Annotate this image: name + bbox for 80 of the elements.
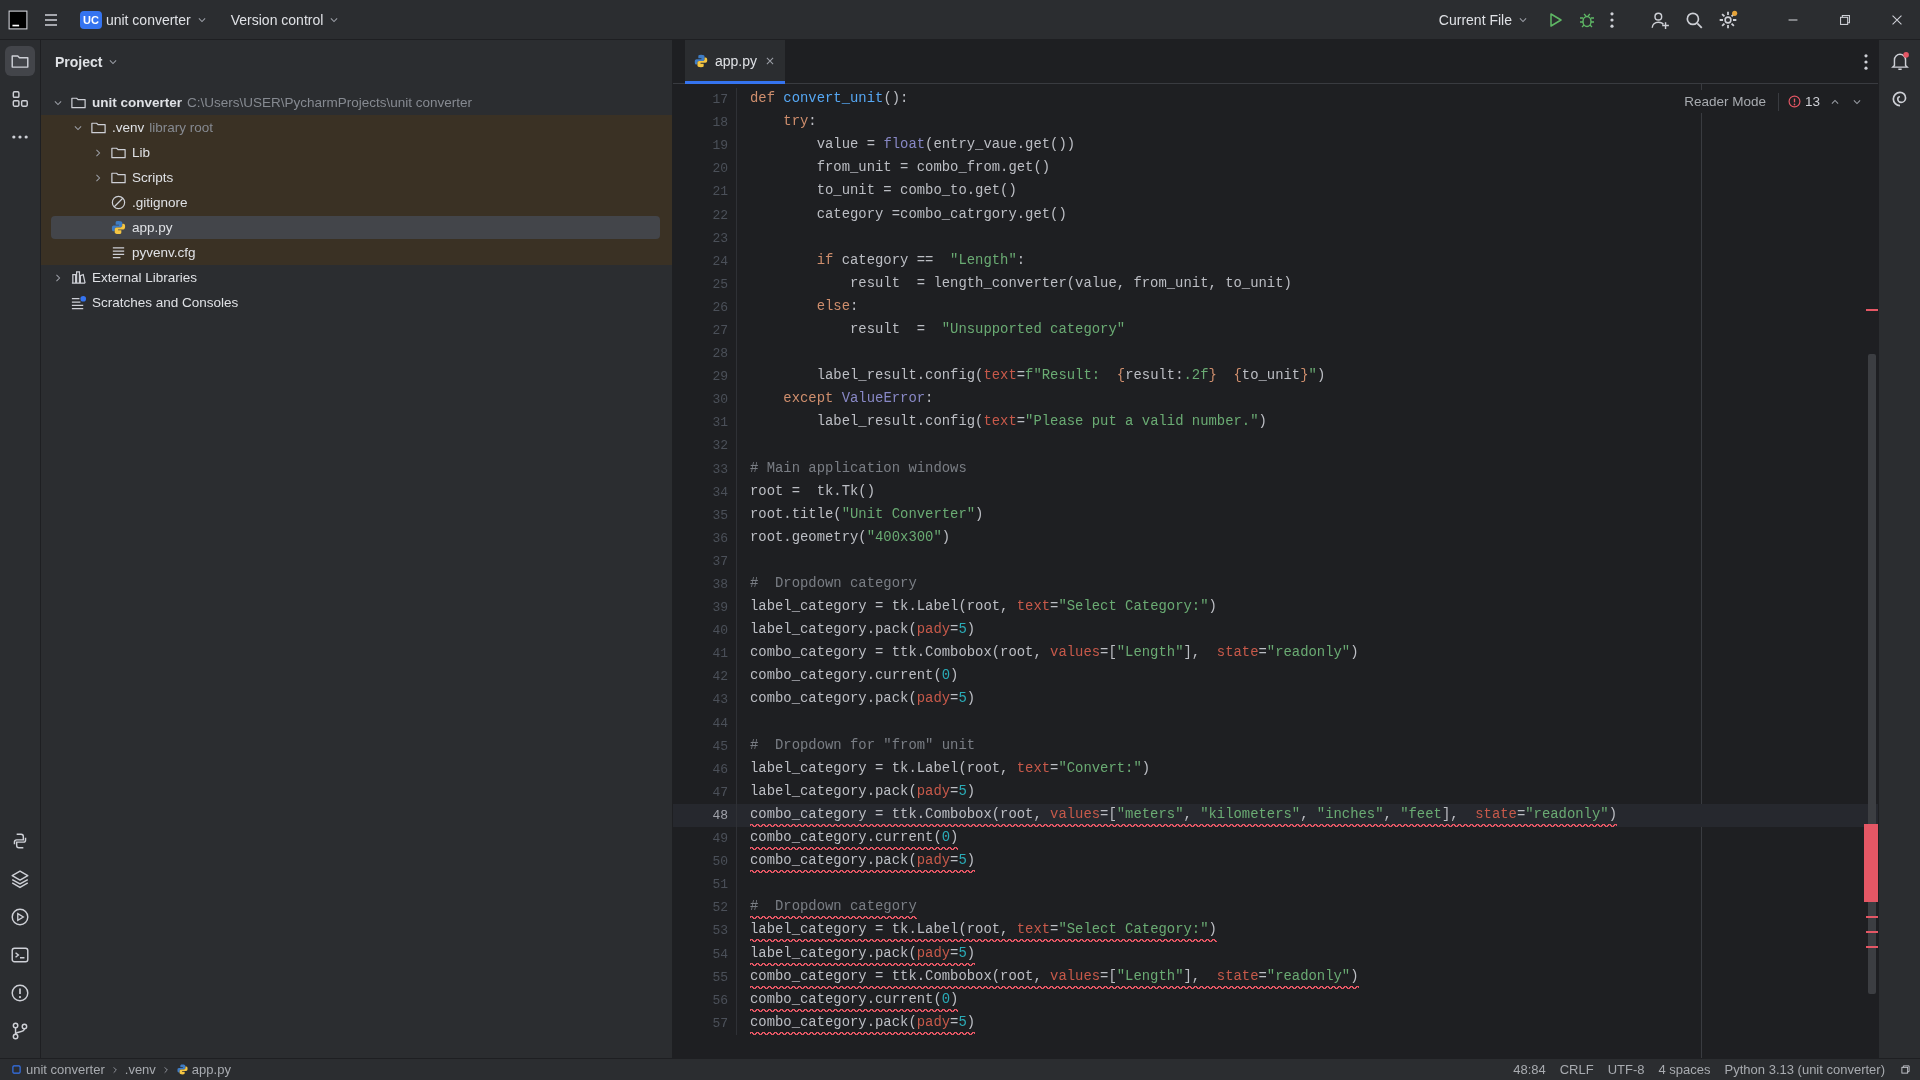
code-line: from_unit = combo_from.get() bbox=[815, 158, 1051, 178]
error-icon bbox=[1786, 94, 1802, 109]
breadcrumb[interactable]: .venv bbox=[124, 1062, 156, 1077]
python-icon bbox=[110, 219, 127, 236]
library-icon bbox=[70, 269, 87, 286]
code-line: label_category = tk.Label(root, text="Select Category:") bbox=[750, 597, 1217, 617]
code-line: to_unit = combo_to.get() bbox=[815, 181, 1017, 201]
editor-tab[interactable]: app.py bbox=[685, 40, 786, 84]
code-line: root.title("Unit Converter") bbox=[750, 504, 984, 524]
app-logo-icon bbox=[8, 9, 28, 30]
code-line: label_category = tk.Label(root, text="Convert:") bbox=[750, 758, 1151, 778]
code-line: # Dropdown category bbox=[750, 574, 917, 593]
code-line: label_category.pack(pady=5) bbox=[750, 781, 976, 801]
version-control-menu[interactable]: Version control bbox=[224, 6, 348, 33]
path-hint: library root bbox=[149, 120, 214, 135]
branch-icon bbox=[10, 1021, 30, 1041]
problem-count[interactable]: 13 bbox=[1804, 94, 1820, 109]
code-line: except ValueError: bbox=[782, 389, 934, 409]
text-file-icon bbox=[110, 244, 127, 261]
code-line: label_result.config(text="Please put a valid number.") bbox=[815, 412, 1267, 432]
status-item[interactable]: UTF-8 bbox=[1607, 1062, 1645, 1077]
code-line: result = length_converter(value, from_unit, to_unit) bbox=[849, 273, 1292, 293]
tree-label: Scripts bbox=[132, 170, 174, 185]
module-icon bbox=[10, 1063, 23, 1076]
line-number: 48 bbox=[711, 807, 728, 823]
code-line: root = tk.Tk() bbox=[750, 481, 876, 501]
reader-mode-button[interactable]: Reader Mode bbox=[1680, 92, 1770, 111]
status-item[interactable]: Python 3.13 (unit converter) bbox=[1724, 1062, 1885, 1077]
more-icon[interactable] bbox=[1610, 11, 1614, 28]
status-item[interactable]: 4 spaces bbox=[1658, 1062, 1711, 1077]
tree-label: unit converter bbox=[92, 95, 183, 110]
tree-label: External Libraries bbox=[92, 270, 198, 285]
code-line: category =combo_catrgory.get() bbox=[815, 204, 1067, 224]
project-switcher[interactable]: UC unit converter bbox=[74, 5, 215, 34]
panel-title-menu[interactable]: Project bbox=[49, 49, 127, 75]
run-configuration-menu[interactable]: Current File bbox=[1432, 6, 1536, 33]
status-item[interactable]: 48:84 bbox=[1513, 1062, 1546, 1077]
code-line: if category == "Length": bbox=[815, 250, 1026, 270]
tree-label: .venv bbox=[112, 120, 145, 135]
breadcrumb[interactable]: unit converter bbox=[10, 1062, 105, 1077]
project-badge: UC bbox=[80, 10, 102, 29]
status-item[interactable]: CRLF bbox=[1559, 1062, 1594, 1077]
tree-label: Lib bbox=[132, 145, 150, 160]
settings-icon[interactable] bbox=[1718, 9, 1738, 30]
tree-label: app.py bbox=[132, 220, 173, 235]
code-line: def convert_unit(): bbox=[750, 89, 909, 109]
tree-label: Scratches and Consoles bbox=[92, 295, 239, 310]
tree-item[interactable]: Scratches and Consoles bbox=[51, 291, 660, 314]
code-line: else: bbox=[815, 296, 859, 316]
layers-icon bbox=[10, 869, 30, 889]
tree-item[interactable]: External Libraries bbox=[51, 266, 660, 289]
code-line: combo_category.pack(pady=5) bbox=[750, 689, 976, 709]
breadcrumb[interactable]: app.py bbox=[175, 1062, 231, 1077]
code-line: value = float(entry_vaue.get()) bbox=[815, 135, 1076, 155]
code-line: combo_category.current(0) bbox=[750, 666, 959, 686]
notifications-icon[interactable] bbox=[1889, 51, 1910, 71]
more-icon[interactable] bbox=[1864, 53, 1868, 70]
tool-window-button[interactable] bbox=[5, 46, 35, 76]
code-line: result = "Unsupported category" bbox=[849, 320, 1126, 339]
tree-item[interactable]: app.py bbox=[51, 216, 660, 239]
path-hint: C:\Users\USER\PycharmProjects\unit converter bbox=[187, 95, 473, 110]
terminal-icon bbox=[10, 945, 30, 965]
python-icon bbox=[175, 1063, 189, 1076]
warning-icon bbox=[10, 983, 30, 1003]
slashed-circle-icon bbox=[110, 194, 127, 211]
more-icon bbox=[12, 135, 28, 139]
code-line: # Dropdown for "from" unit bbox=[750, 735, 976, 755]
tree-label: pyvenv.cfg bbox=[132, 245, 196, 260]
python-icon bbox=[693, 52, 709, 69]
play-circle-icon bbox=[10, 907, 30, 927]
code-line: root.geometry("400x300") bbox=[750, 527, 951, 547]
code-line: # Main application windows bbox=[750, 458, 967, 478]
structure-icon bbox=[10, 89, 30, 109]
code-line: label_category.pack(pady=5) bbox=[750, 620, 976, 640]
scratches-icon bbox=[70, 294, 87, 311]
tree-label: .gitignore bbox=[132, 195, 188, 210]
code-line: label_result.config(text=f"Result: {result:.2f} {to_unit}") bbox=[815, 366, 1326, 386]
code-line: try: bbox=[782, 112, 817, 132]
tree-item[interactable]: unit converter C:\Users\USER\PycharmProjects\unit converter bbox=[51, 91, 660, 114]
code-line: combo_category = ttk.Combobox(root, values=["Length"], state="readonly") bbox=[750, 643, 1359, 663]
